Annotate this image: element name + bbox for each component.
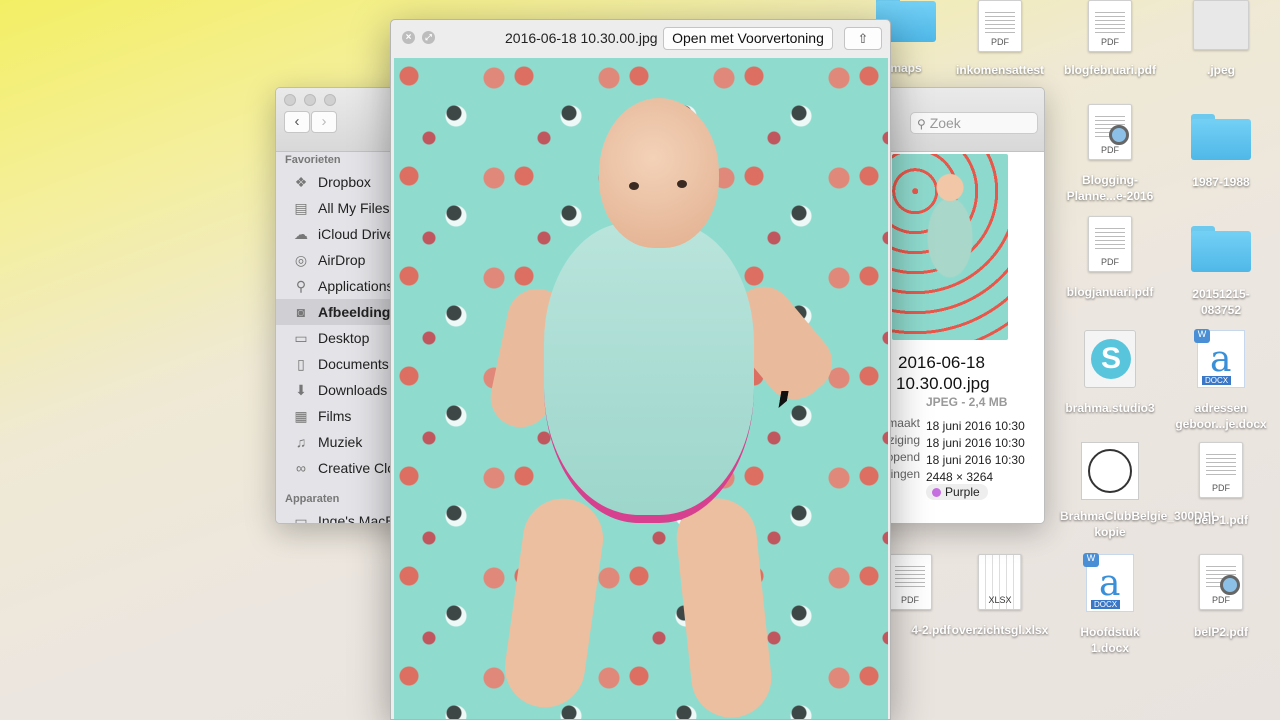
desktop-icon-blogging-planner[interactable]: PDF Blogging-Planne...e-2016 — [1060, 104, 1160, 204]
close-icon: × — [405, 32, 412, 43]
pdf-file-icon: PDF — [1088, 104, 1132, 160]
photo-onesie — [544, 223, 754, 523]
desktop-icon-belp1[interactable]: PDF belP1.pdf — [1171, 442, 1271, 528]
baby-photo — [394, 58, 888, 719]
quicklook-toolbar: × ⤢ 2016-06-18 10.30.00.jpg Open met Voo… — [391, 20, 890, 57]
chevron-left-icon: ‹ — [294, 113, 300, 130]
preview-row-created: Aangemaakt18 juni 2016 10:30 — [888, 416, 1025, 433]
sidebar-item-films[interactable]: ▦ Films — [276, 403, 391, 429]
docx-file-icon: Wa DOCX — [1083, 553, 1134, 612]
desktop-icon-1987-1988[interactable]: 1987-1988 — [1171, 114, 1271, 190]
sidebar-item-all-my-files[interactable]: ▤ All My Files — [276, 195, 391, 221]
preview-row-opened: Laatst geopend18 juni 2016 10:30 — [888, 450, 1025, 467]
docx-file-icon: Wa DOCX — [1194, 329, 1245, 388]
logo-image-icon — [1081, 442, 1139, 500]
image-thumbnail — [892, 154, 1008, 340]
quicklook-window: × ⤢ 2016-06-18 10.30.00.jpg Open met Voo… — [390, 19, 891, 720]
open-with-preview-button[interactable]: Open met Voorvertoning — [663, 27, 833, 50]
film-icon: ▦ — [294, 408, 308, 424]
sidebar-item-applications[interactable]: ⚲ Applications — [276, 273, 394, 299]
desktop-icon-inkomensattest[interactable]: PDF inkomensattest — [950, 0, 1050, 78]
chevron-right-icon: › — [321, 113, 327, 130]
desktop-icon-belp2[interactable]: PDF belP2.pdf — [1171, 554, 1271, 640]
search-placeholder: Zoek — [929, 115, 961, 131]
forward-button[interactable]: › — [311, 111, 337, 133]
pdf-file-icon: PDF — [1088, 0, 1132, 52]
preview-filename: 2016-06-18 10.30.00.jpg — [896, 353, 990, 393]
sidebar-item-dropbox[interactable]: ❖ Dropbox — [276, 169, 391, 195]
desktop-icon-adressen[interactable]: Wa DOCX adressen geboor...je.docx — [1171, 329, 1271, 432]
desktop-icon-jpeg[interactable]: .jpeg — [1171, 0, 1271, 78]
window-controls — [284, 94, 336, 106]
folder-icon — [1191, 226, 1251, 272]
tag-badge[interactable]: Purple — [926, 484, 988, 500]
creative-cloud-icon: ∞ — [296, 460, 306, 476]
zoom-window-button[interactable] — [324, 94, 336, 106]
sidebar-item-desktop[interactable]: ▭ Desktop — [276, 325, 391, 351]
back-button[interactable]: ‹ — [284, 111, 310, 133]
preview-pane: 2016-06-18 10.30.00.jpg JPEG - 2,4 MB Aa… — [888, 152, 1044, 523]
camera-icon: ◙ — [296, 304, 306, 320]
cloud-icon: ☁ — [294, 226, 308, 242]
sidebar-item-creative-cloud[interactable]: ∞ Creative Cloud — [276, 455, 411, 481]
sidebar-item-muziek[interactable]: ♫ Muziek — [276, 429, 391, 455]
downloads-icon: ⬇ — [295, 382, 307, 398]
desktop-icon-20151215[interactable]: 20151215-083752 — [1171, 226, 1271, 318]
close-quicklook-button[interactable]: × — [402, 31, 415, 44]
preview-row-modified: Wijziging18 juni 2016 10:30 — [888, 433, 1025, 450]
all-files-icon: ▤ — [294, 200, 308, 216]
documents-icon: ▯ — [297, 356, 305, 372]
devices-header: Apparaten — [285, 493, 340, 505]
pdf-file-icon: PDF — [978, 0, 1022, 52]
fullscreen-icon: ⤢ — [425, 33, 432, 42]
share-button[interactable]: ⇧ — [844, 27, 882, 50]
airdrop-icon: ◎ — [294, 252, 308, 268]
desktop-icon: ▭ — [294, 330, 308, 346]
folder-icon — [1191, 114, 1251, 160]
sidebar-item-icloud-drive[interactable]: ☁ iCloud Drive — [276, 221, 394, 247]
preview-type-size: JPEG - 2,4 MB — [926, 395, 1008, 409]
purple-tag-dot — [932, 488, 941, 497]
finder-sidebar: Favorieten ❖ Dropbox ▤ All My Files ☁ iClou… — [276, 152, 417, 524]
image-file-icon — [1193, 0, 1249, 50]
photo-eye-right — [677, 180, 687, 188]
pdf-file-icon: PDF — [1199, 554, 1243, 610]
desktop-icon-overzichtsgl[interactable]: XLSX overzichtsgl.xlsx — [950, 554, 1050, 638]
favorites-header: Favorieten — [285, 154, 341, 166]
desktop-icon-blogfebruari[interactable]: PDF blogfebruari.pdf — [1060, 0, 1160, 78]
close-window-button[interactable] — [284, 94, 296, 106]
fullscreen-button[interactable]: ⤢ — [422, 31, 435, 44]
dropbox-icon: ❖ — [294, 174, 308, 190]
pdf-file-icon: PDF — [1199, 442, 1243, 498]
pdf-file-icon: PDF — [888, 554, 932, 610]
desktop-icon-brahmaclub-logo[interactable]: BrahmaClubBelgie_300DPI kopie — [1060, 442, 1214, 540]
search-input[interactable]: ⚲ Zoek — [910, 112, 1038, 134]
applications-icon: ⚲ — [295, 278, 307, 294]
sidebar-item-downloads[interactable]: ⬇ Downloads — [276, 377, 391, 403]
xlsx-file-icon: XLSX — [978, 554, 1022, 610]
quicklook-filename: 2016-06-18 10.30.00.jpg — [505, 30, 658, 46]
laptop-icon: ▭ — [294, 513, 308, 524]
preview-row-dimensions: Afmetingen2448 × 3264 — [888, 467, 994, 484]
desktop-icon-brahma-studio3[interactable]: S brahma.studio3 — [1060, 330, 1160, 416]
photo-head — [599, 98, 719, 248]
search-icon: ⚲ — [917, 117, 926, 131]
minimize-window-button[interactable] — [304, 94, 316, 106]
share-icon: ⇧ — [857, 31, 869, 46]
desktop-icon-hoofdstuk-1[interactable]: Wa DOCX Hoofdstuk 1.docx — [1060, 553, 1160, 656]
sidebar-item-airdrop[interactable]: ◎ AirDrop — [276, 247, 391, 273]
pdf-file-icon: PDF — [1088, 216, 1132, 272]
studio-app-icon: S — [1084, 330, 1136, 388]
sidebar-item-afbeeldingen[interactable]: ◙ Afbeeldingen — [276, 299, 407, 325]
music-icon: ♫ — [295, 434, 307, 450]
photo-eye-left — [629, 182, 639, 190]
sidebar-item-documents[interactable]: ▯ Documents — [276, 351, 391, 377]
desktop-icon-blogjanuari[interactable]: PDF blogjanuari.pdf — [1060, 216, 1160, 300]
sidebar-item-macbook[interactable]: ▭ Inge's MacBook — [276, 508, 417, 524]
